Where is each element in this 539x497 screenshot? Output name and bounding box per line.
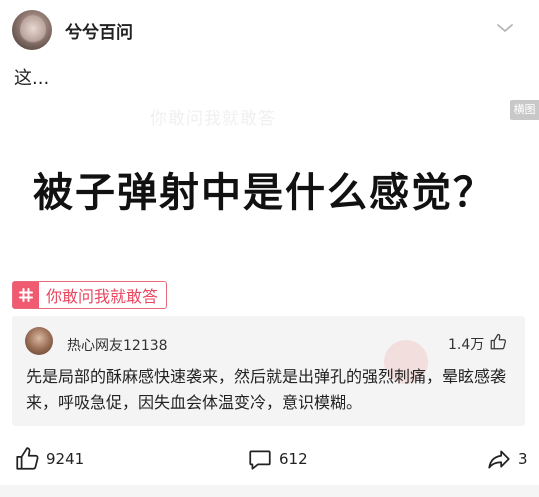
topic-label: 你敢问我就敢答 <box>46 287 159 306</box>
top-comment-card[interactable]: 热心网友12138 1.4万 先是局部的酥麻感快速袭来，然后就是出弹孔的强烈刺痛… <box>12 316 525 426</box>
like-button[interactable]: 9241 <box>14 446 84 472</box>
share-count: 3 <box>518 450 528 468</box>
comment-like-count: 1.4万 <box>448 337 485 353</box>
hashtag-icon <box>13 282 39 308</box>
post-action-bar: 9241 612 3 <box>0 440 539 476</box>
comment-text: 先是局部的酥麻感快速袭来，然后就是出弹孔的强烈刺痛，晕眩感袭来，呼吸急促，因失血… <box>26 367 507 412</box>
feed-divider <box>0 485 539 497</box>
landscape-badge: 横图 <box>510 100 539 120</box>
image-watermark-text: 你敢问我就敢答 <box>150 109 276 129</box>
share-button[interactable]: 3 <box>486 446 528 472</box>
comment-bubble-icon <box>249 450 271 470</box>
comment-count: 612 <box>279 450 308 468</box>
share-arrow-icon <box>488 450 510 469</box>
comment-button[interactable]: 612 <box>247 446 308 472</box>
topic-tag[interactable]: 你敢问我就敢答 <box>12 281 168 309</box>
chevron-down-icon[interactable] <box>496 22 514 34</box>
author-avatar[interactable] <box>12 10 52 50</box>
image-headline: 被子弹射中是什么感觉？ <box>33 170 495 216</box>
post-header: 兮兮百问 <box>0 0 539 58</box>
post-caption: 这... <box>14 68 50 89</box>
commenter-avatar[interactable] <box>25 327 53 355</box>
like-count: 9241 <box>46 450 85 468</box>
commenter-name[interactable]: 热心网友12138 <box>67 335 168 355</box>
thumb-up-icon <box>16 447 39 470</box>
thumb-up-icon[interactable] <box>489 333 507 351</box>
author-name[interactable]: 兮兮百问 <box>65 18 133 43</box>
